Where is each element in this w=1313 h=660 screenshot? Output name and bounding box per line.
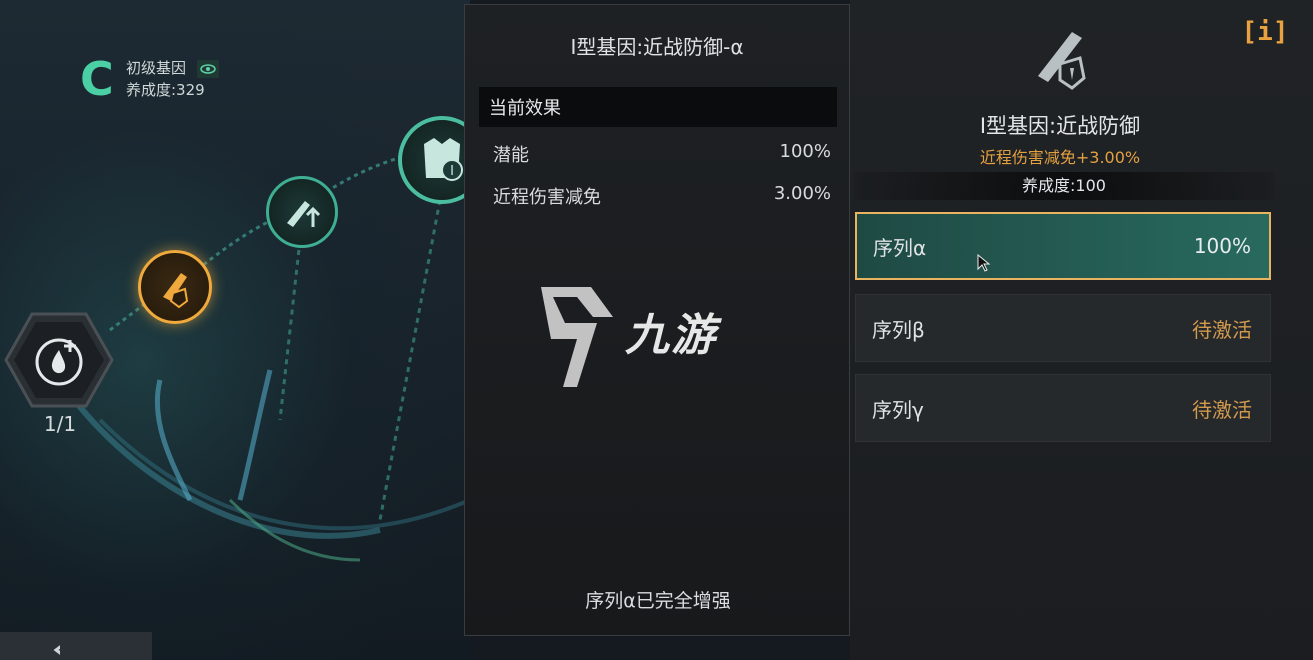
grade-letter: C	[80, 52, 114, 106]
back-button[interactable]	[0, 632, 152, 660]
stat-label: 近程伤害减免	[493, 187, 601, 208]
back-arrow-icon	[53, 642, 71, 658]
sequence-value: 待激活	[1192, 397, 1252, 422]
gene-node-melee-defense[interactable]	[138, 250, 212, 324]
skill-point-hex[interactable]	[4, 312, 114, 408]
gene-node-melee-attack[interactable]	[266, 176, 338, 248]
stat-value: 100%	[779, 141, 831, 162]
gene-tree-area: C 初级基因 养成度:329 I 1/1	[0, 0, 470, 660]
stat-row: 潜能 100%	[493, 141, 831, 167]
sequence-alpha[interactable]: 序列α 100%	[855, 212, 1271, 280]
gene-grade: C 初级基因 养成度:329	[80, 56, 219, 102]
gene-node-armor[interactable]: I	[398, 116, 470, 204]
sequence-value: 100%	[1193, 234, 1251, 258]
sequence-name: 序列β	[872, 317, 925, 342]
grade-cultivation: 养成度:329	[126, 81, 205, 99]
sequence-status-footer: 序列α已完全增强	[585, 589, 731, 612]
stat-label: 潜能	[493, 145, 529, 166]
gene-detail-panel: I型基因:近战防御-α 当前效果 潜能 100% 近程伤害减免 3.00% 九游…	[464, 4, 850, 636]
gene-sequence-panel: [i] I型基因:近战防御 近程伤害减免+3.00% 养成度:100 序列α 1…	[850, 0, 1313, 660]
sequence-beta[interactable]: 序列β 待激活	[855, 294, 1271, 362]
sequence-name: 序列γ	[872, 397, 924, 422]
grade-info: 初级基因 养成度:329	[126, 57, 219, 101]
gene-cultivation: 养成度:100	[854, 172, 1274, 200]
gene-title: I型基因:近战防御	[979, 114, 1141, 138]
grade-name: 初级基因	[126, 59, 187, 77]
sequence-value: 待激活	[1192, 317, 1252, 342]
armor-icon: I	[424, 138, 463, 181]
knife-shield-icon	[1038, 32, 1086, 90]
gene-effect: 近程伤害减免+3.00%	[979, 148, 1141, 167]
stat-value: 3.00%	[773, 183, 831, 204]
knife-arrow-icon	[287, 201, 321, 227]
skill-point-count: 1/1	[43, 412, 77, 436]
sequence-name: 序列α	[873, 235, 927, 260]
stat-row: 近程伤害减免 3.00%	[493, 183, 831, 209]
sequence-gamma[interactable]: 序列γ 待激活	[855, 374, 1271, 442]
current-effect-header: 当前效果	[479, 87, 837, 127]
svg-text:I: I	[450, 164, 454, 179]
cursor-icon	[977, 254, 991, 272]
eye-icon[interactable]	[196, 59, 219, 78]
knife-shield-icon	[163, 273, 189, 309]
gene-detail-title: I型基因:近战防御-α	[570, 35, 744, 59]
watermark-text: 九游	[625, 310, 717, 361]
info-button[interactable]: [i]	[1242, 16, 1289, 48]
